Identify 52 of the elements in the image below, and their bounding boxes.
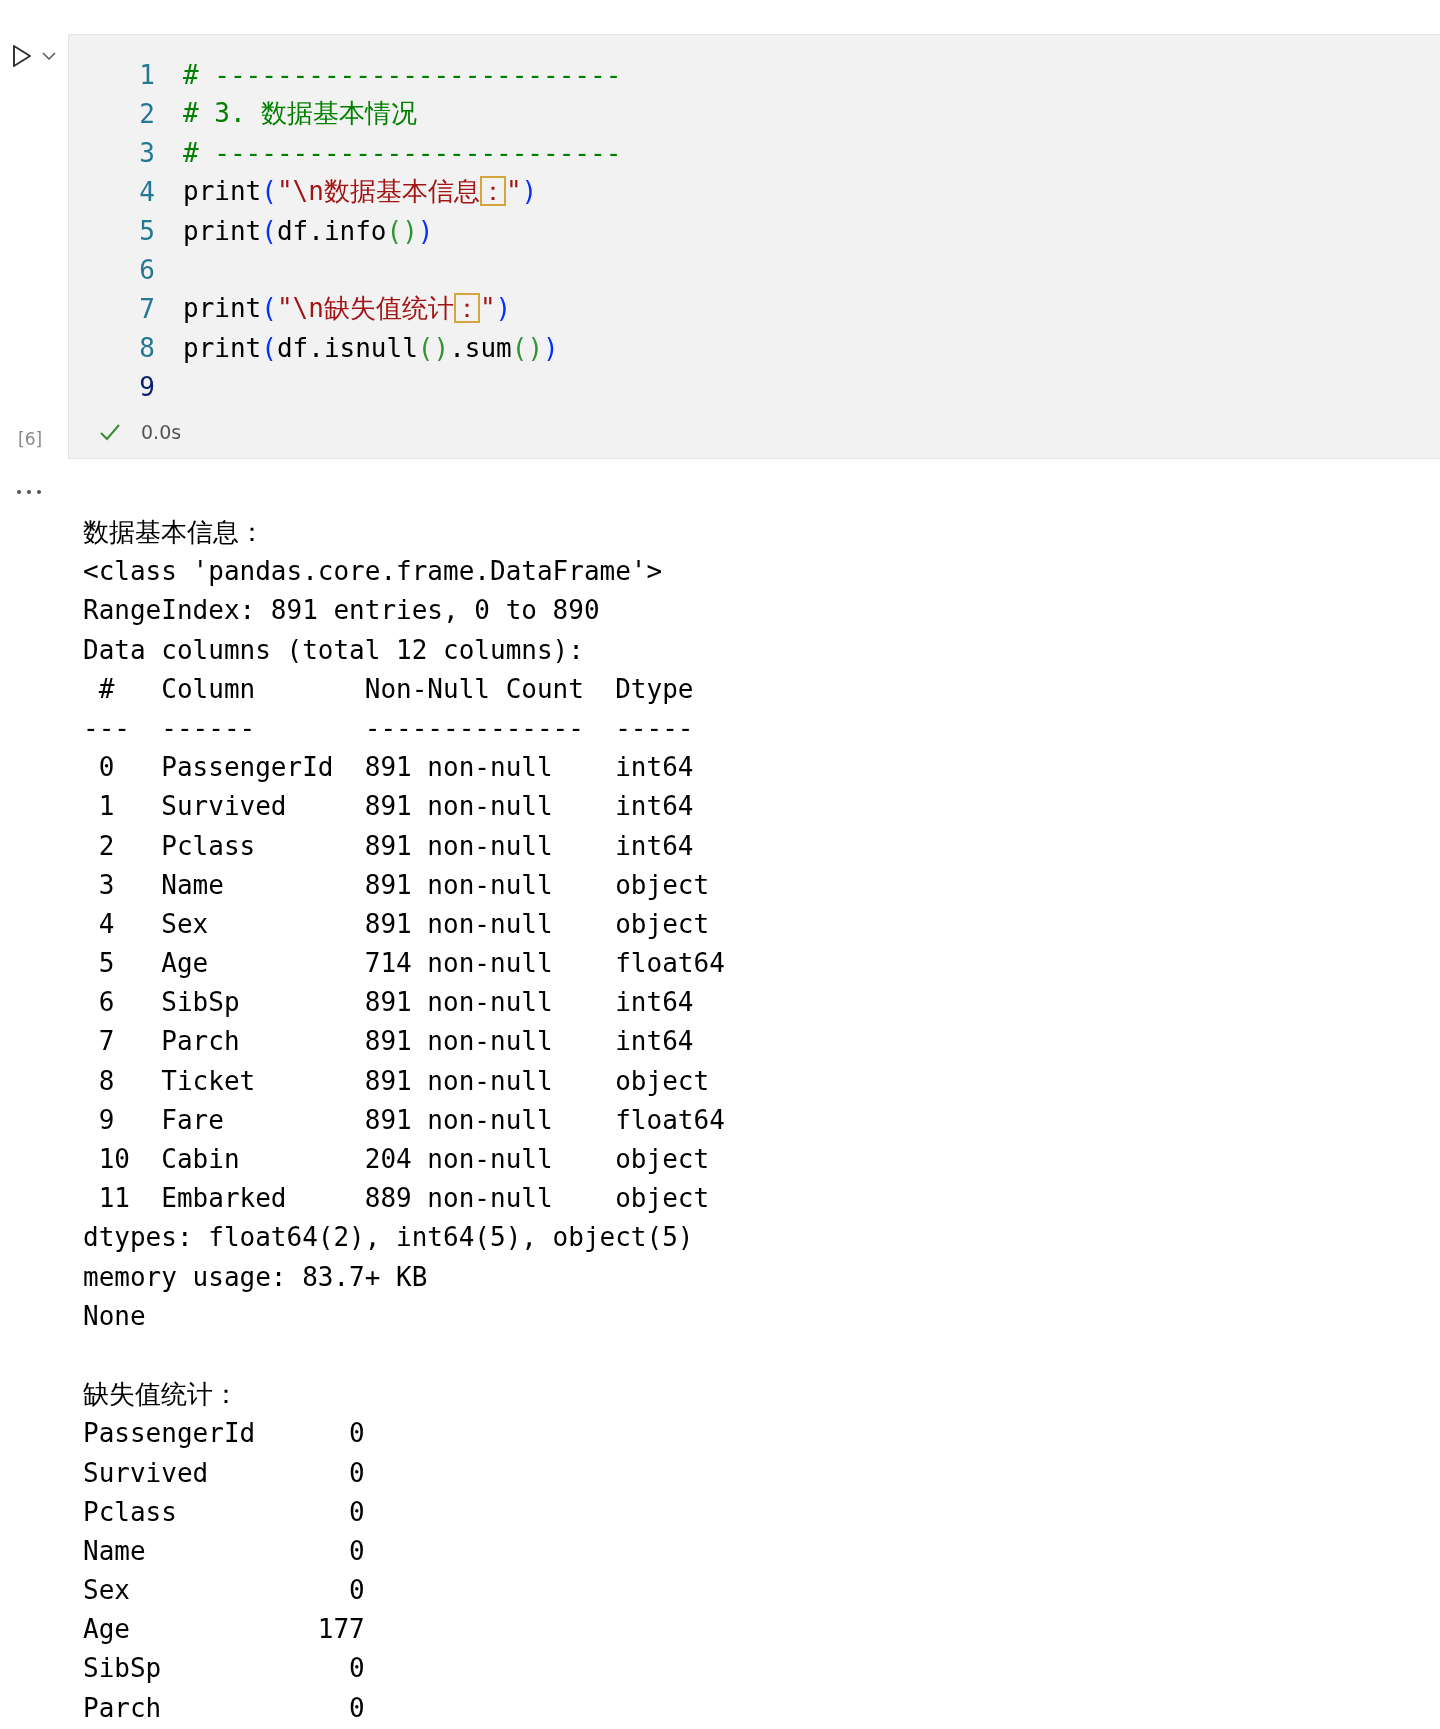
code-line: # 3. 数据基本情况 bbox=[183, 97, 418, 130]
output-text: Data columns (total 12 columns): bbox=[83, 634, 584, 665]
output-text: 数据基本信息： bbox=[83, 517, 265, 547]
output-text: 6 SibSp 891 non-null int64 bbox=[97, 987, 694, 1018]
code-line: print(df.isnull().sum()) bbox=[183, 332, 559, 363]
run-icon[interactable] bbox=[12, 44, 32, 68]
output-text: 3 Name 891 non-null object bbox=[97, 869, 710, 900]
line-number: 9 bbox=[138, 371, 156, 402]
output-text: 4 Sex 891 non-null object bbox=[97, 908, 710, 939]
output-text: 1 Survived 891 non-null int64 bbox=[97, 791, 694, 822]
output-text: PassengerId 0 bbox=[83, 1418, 365, 1449]
line-number: 4 bbox=[138, 176, 156, 207]
output-text: 11 Embarked 889 non-null object bbox=[97, 1183, 710, 1214]
chevron-down-icon[interactable] bbox=[42, 51, 56, 61]
execution-count: [6] bbox=[17, 429, 43, 449]
output-text: 7 Parch 891 non-null int64 bbox=[97, 1026, 694, 1057]
code-line: # -------------------------- bbox=[183, 137, 622, 168]
code-line: print(df.info()) bbox=[183, 215, 434, 246]
output-text: RangeIndex: 891 entries, 0 to 890 bbox=[83, 595, 600, 626]
line-number: 8 bbox=[138, 332, 156, 363]
output-text: Survived 0 bbox=[83, 1457, 365, 1488]
output-text: # Column Non-Null Count Dtype bbox=[97, 673, 694, 704]
output-text: 8 Ticket 891 non-null object bbox=[97, 1065, 710, 1096]
output-text: None bbox=[83, 1300, 146, 1331]
line-number: 7 bbox=[138, 293, 156, 324]
line-number: 5 bbox=[138, 215, 156, 246]
output-text: 0 PassengerId 891 non-null int64 bbox=[97, 752, 694, 783]
code-line: # -------------------------- bbox=[183, 59, 622, 90]
code-line: print("\n缺失值统计：") bbox=[183, 292, 512, 325]
code-line: print("\n数据基本信息：") bbox=[183, 175, 538, 208]
output-text: memory usage: 83.7+ KB bbox=[83, 1261, 428, 1292]
line-number: 6 bbox=[138, 254, 156, 285]
output-text: 缺失值统计： bbox=[83, 1379, 239, 1410]
output-text: Sex 0 bbox=[83, 1575, 365, 1606]
output-text: dtypes: float64(2), int64(5), object(5) bbox=[83, 1222, 694, 1253]
execution-time: 0.0s bbox=[141, 421, 182, 443]
code-cell[interactable]: 1 # -------------------------- 2 # 3. 数据基本情况 3 # -------------------------- 4 print("\n数据基本信息：") 5 print(df.info()) 6 7 print("\n缺失值统计：") 8 print(df.isnull().sum()) 9 0.0s bbox=[68, 34, 1440, 459]
output-text: Age 177 bbox=[83, 1614, 365, 1645]
output-text: --- ------ -------------- ----- bbox=[83, 712, 694, 743]
line-number: 2 bbox=[138, 98, 156, 129]
output-text: <class 'pandas.core.frame.DataFrame'> bbox=[83, 556, 663, 587]
line-number: 3 bbox=[138, 137, 156, 168]
more-icon[interactable] bbox=[16, 489, 42, 495]
output-text: Parch 0 bbox=[83, 1692, 365, 1723]
output-text: Name 0 bbox=[83, 1535, 365, 1566]
output-text: Pclass 0 bbox=[83, 1496, 365, 1527]
output-text: 9 Fare 891 non-null float64 bbox=[97, 1104, 725, 1135]
line-number: 1 bbox=[138, 59, 156, 90]
output-text: 2 Pclass 891 non-null int64 bbox=[97, 830, 694, 861]
output-text: SibSp 0 bbox=[83, 1653, 365, 1684]
output-text: 10 Cabin 204 non-null object bbox=[97, 1144, 710, 1174]
output-text: 5 Age 714 non-null float64 bbox=[97, 948, 725, 979]
